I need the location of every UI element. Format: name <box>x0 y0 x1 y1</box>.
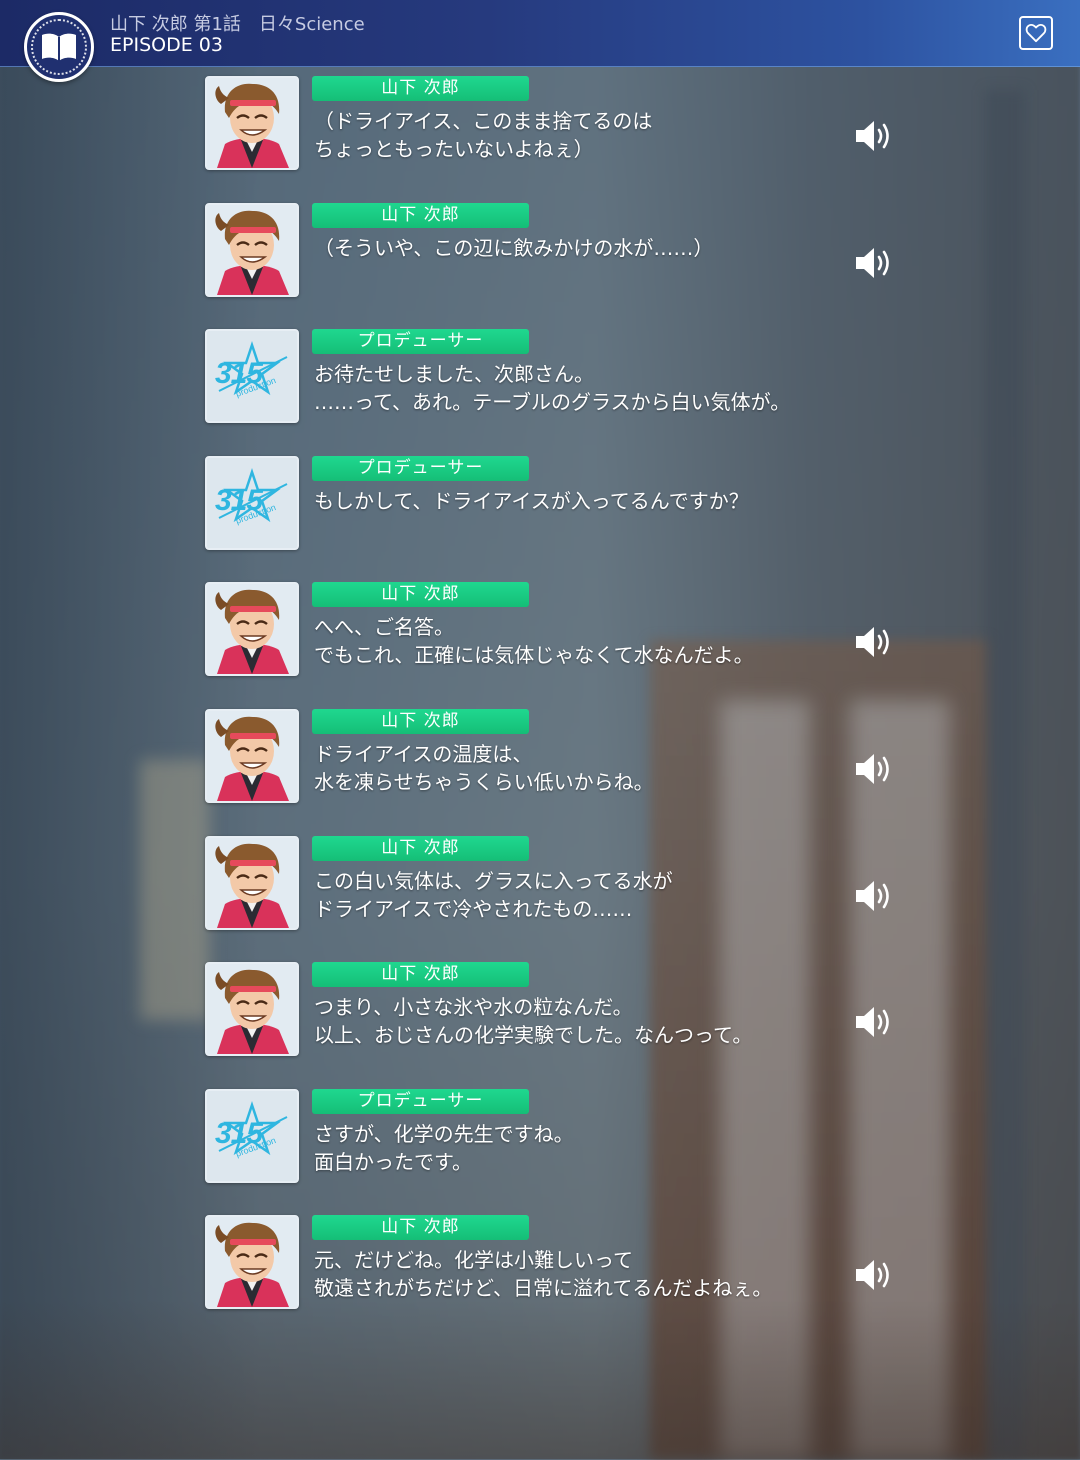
speaker-volume-icon <box>856 121 889 151</box>
story-log-badge[interactable] <box>24 12 94 82</box>
speaker-name-tag: 山下 次郎 <box>312 1215 529 1240</box>
heart-icon <box>1025 24 1047 43</box>
dialogue-line: ……って、あれ。テーブルのグラスから白い気体が。 <box>314 390 791 414</box>
log-entry: 山下 次郎元、だけどね。化学は小難しいって敬遠されがちだけど、日常に溢れてるんだ… <box>205 1215 905 1310</box>
voice-playback-button[interactable] <box>854 1005 894 1039</box>
episode-header: 山下 次郎 第1話 日々Science EPISODE 03 <box>0 0 1080 67</box>
dialogue-line: この白い気体は、グラスに入ってる水が <box>314 869 673 893</box>
log-entry: 山下 次郎つまり、小さな氷や水の粒なんだ。以上、おじさんの化学実験でした。なんつ… <box>205 962 905 1057</box>
315-production-logo: 315 production <box>205 456 299 550</box>
dialogue-line: お待たせしました、次郎さん。 <box>314 362 594 386</box>
log-entry: 山下 次郎ドライアイスの温度は、水を凍らせちゃうくらい低いからね。 <box>205 709 905 804</box>
dialogue-line: 面白かったです。 <box>314 1150 472 1174</box>
background-floor <box>0 1300 1080 1459</box>
background-pillar <box>985 90 1025 1459</box>
open-book-icon <box>42 33 76 61</box>
dialogue-line: でもこれ、正確には気体じゃなくて水なんだよ。 <box>314 643 754 667</box>
voice-playback-button[interactable] <box>854 752 894 786</box>
voice-playback-button[interactable] <box>854 625 894 659</box>
speaker-volume-icon <box>856 1260 889 1290</box>
dialogue-line: 水を凍らせちゃうくらい低いからね。 <box>314 770 654 794</box>
speaker-name-tag: 山下 次郎 <box>312 962 529 987</box>
log-entry: 山下 次郎 （ドライアイス、このまま捨てるのは ちょっともったいないよねぇ） <box>205 76 905 171</box>
dialogue-line: もしかして、ドライアイスが入ってるんですか？ <box>314 489 749 513</box>
315-production-logo: 315 production <box>205 1089 299 1183</box>
log-entry: 山下 次郎 （そういや、この辺に飲みかけの水が……） <box>205 203 905 298</box>
favorite-button[interactable] <box>1019 16 1053 50</box>
jiro-portrait <box>205 203 299 297</box>
dialogue-line: つまり、小さな氷や水の粒なんだ。 <box>314 995 633 1019</box>
speaker-name-tag: 山下 次郎 <box>312 709 529 734</box>
jiro-portrait <box>205 962 299 1056</box>
jiro-portrait <box>205 709 299 803</box>
dialogue-line: さすが、化学の先生ですね。 <box>314 1122 574 1146</box>
dialogue-line: 元、だけどね。化学は小難しいって <box>314 1248 633 1272</box>
jiro-portrait <box>205 582 299 676</box>
dialogue-line: へへ、ご名答。 <box>314 615 454 639</box>
speaker-name-tag: 山下 次郎 <box>312 582 529 607</box>
episode-number: EPISODE 03 <box>110 34 223 56</box>
jiro-portrait <box>205 836 299 930</box>
jiro-portrait <box>205 76 299 170</box>
episode-title: 山下 次郎 第1話 日々Science <box>110 14 365 35</box>
voice-playback-button[interactable] <box>854 1258 894 1292</box>
log-entry: 315 production プロデューサーお待たせしました、次郎さん。 ……って… <box>205 329 905 424</box>
speaker-volume-icon <box>856 1007 889 1037</box>
speaker-name-tag: プロデューサー <box>312 1089 529 1114</box>
dialogue-line: 以上、おじさんの化学実験でした。なんつって。 <box>314 1023 753 1047</box>
background-poster <box>140 760 210 1020</box>
dialogue-line: （ドライアイス、このまま捨てるのは <box>314 109 653 133</box>
speaker-name-tag: プロデューサー <box>312 329 529 354</box>
voice-playback-button[interactable] <box>854 119 894 153</box>
voice-playback-button[interactable] <box>854 246 894 280</box>
speaker-volume-icon <box>856 248 889 278</box>
dialogue-line: （そういや、この辺に飲みかけの水が……） <box>314 236 714 260</box>
315-production-logo: 315 production <box>205 329 299 423</box>
dialogue-line: ちょっともったいないよねぇ） <box>314 137 594 161</box>
speaker-volume-icon <box>856 627 889 657</box>
dialogue-line: ドライアイスで冷やされたもの…… <box>314 897 633 921</box>
speaker-volume-icon <box>856 881 889 911</box>
speaker-name-tag: 山下 次郎 <box>312 203 529 228</box>
log-entry: 315 production プロデューサーもしかして、ドライアイスが入ってるん… <box>205 456 905 551</box>
speaker-volume-icon <box>856 754 889 784</box>
jiro-portrait <box>205 1215 299 1309</box>
dialogue-line: ドライアイスの温度は、 <box>314 742 533 766</box>
dialogue-line: 敬遠されがちだけど、日常に溢れてるんだよねぇ。 <box>314 1276 773 1300</box>
voice-playback-button[interactable] <box>854 879 894 913</box>
log-entry: 山下 次郎へへ、ご名答。でもこれ、正確には気体じゃなくて水なんだよ。 <box>205 582 905 677</box>
log-entry: 山下 次郎この白い気体は、グラスに入ってる水が ドライアイスで冷やされたもの…… <box>205 836 905 931</box>
speaker-name-tag: 山下 次郎 <box>312 836 529 861</box>
log-entry: 315 production プロデューサーさすが、化学の先生ですね。 面白かった… <box>205 1089 905 1184</box>
speaker-name-tag: 山下 次郎 <box>312 76 529 101</box>
speaker-name-tag: プロデューサー <box>312 456 529 481</box>
